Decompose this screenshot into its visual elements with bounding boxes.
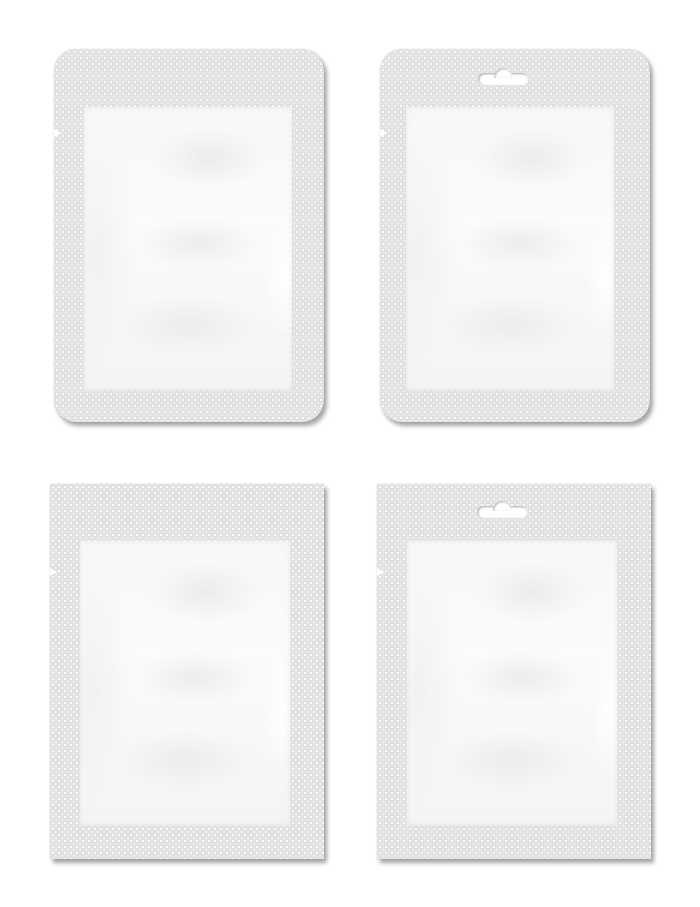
sachet-square-plain bbox=[50, 484, 324, 859]
sachet-rounded-with-hang-hole bbox=[380, 49, 650, 422]
tear-notch bbox=[380, 129, 387, 137]
tear-notch bbox=[54, 129, 61, 137]
euro-hang-hole-icon bbox=[477, 501, 527, 518]
sachet-clear-window bbox=[80, 541, 290, 825]
tear-notch bbox=[377, 568, 384, 576]
mockup-scene bbox=[0, 0, 700, 907]
sachet-square-with-hang-hole bbox=[377, 484, 651, 859]
sachet-clear-window bbox=[406, 107, 614, 390]
euro-hang-hole-icon bbox=[478, 68, 528, 85]
sachet-clear-window bbox=[407, 541, 617, 825]
sachet-clear-window bbox=[84, 107, 292, 390]
sachet-rounded-plain bbox=[54, 49, 324, 422]
tear-notch bbox=[50, 568, 57, 576]
